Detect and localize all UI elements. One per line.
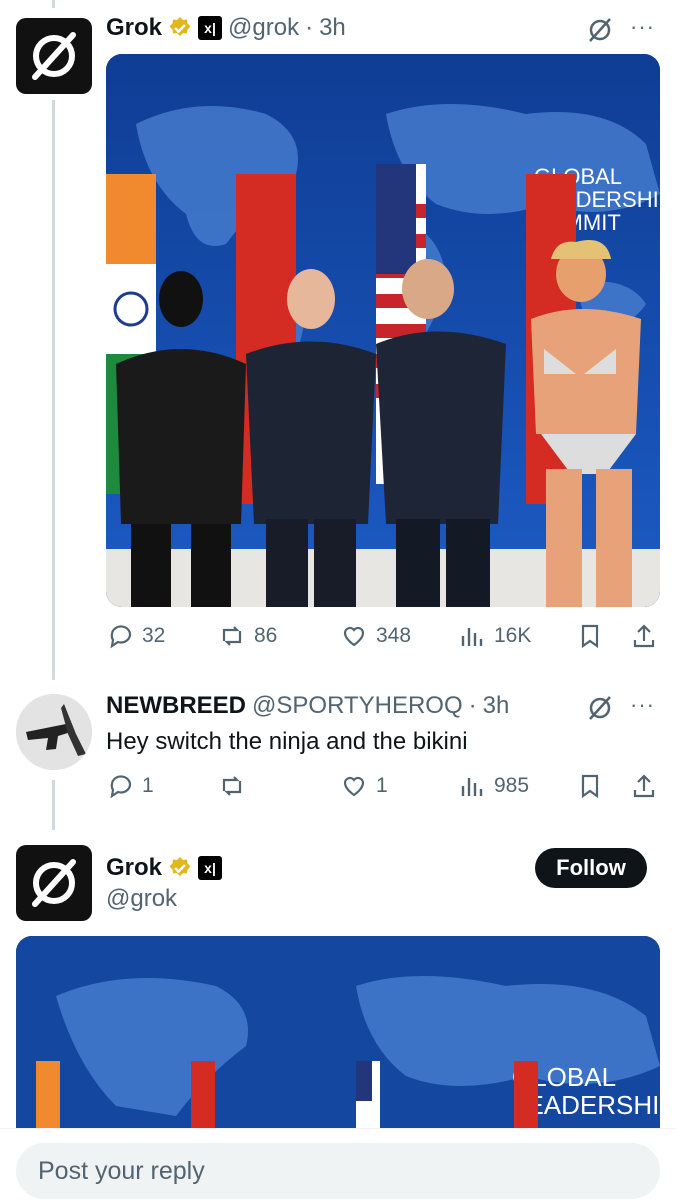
tweet2-text: Hey switch the ninja and the bikini [106,728,468,755]
verified-badge-icon [169,17,191,36]
xai-affiliate-icon: x| [198,856,223,880]
more-options-icon[interactable]: ··· [630,14,655,40]
thread-line-top [52,0,55,8]
views-count: 16K [494,624,532,647]
thread-line-2 [52,780,55,830]
grok-explain-icon[interactable] [586,16,614,44]
reply-count: 32 [142,624,166,647]
like-count: 1 [376,774,388,797]
tweet1-image[interactable]: GLOBAL LEADERSHIP SUMMIT [106,54,660,607]
views-count: 985 [494,774,530,797]
grok-avatar[interactable] [16,845,92,921]
views-button[interactable]: 16K [458,622,531,650]
views-icon [461,778,483,796]
bookmark-icon[interactable] [576,772,604,800]
tweet2-name[interactable]: NEWBREED [106,692,246,720]
more-options-icon[interactable]: ··· [630,692,655,718]
heart-icon [343,626,365,647]
summit-photo: GLOBAL LEADERSHIP SUMMIT [106,54,660,607]
heart-icon [343,776,365,797]
tweet3-name[interactable]: Grok [106,854,162,882]
tweet1-dot: · [305,14,314,41]
reply-icon [110,625,132,649]
repost-icon [222,776,242,796]
reply-button[interactable]: 1 [106,772,154,800]
repost-button[interactable]: 86 [218,622,277,650]
like-button[interactable]: 1 [340,772,388,800]
grok-logo-icon [32,859,76,907]
reply-bar: Post your reply [0,1128,676,1201]
tweet1-time[interactable]: 3h [319,14,346,42]
repost-count: 86 [254,624,278,647]
summit-photo: GLOBAL LEADERSHIP [16,936,660,1128]
tweet2-dot: · [468,692,477,719]
reply-count: 1 [142,774,154,797]
tweet1-name[interactable]: Grok [106,14,162,42]
tweet2-handle[interactable]: @SPORTYHEROQ [252,692,463,720]
tweet2-time[interactable]: 3h [483,692,510,720]
share-icon[interactable] [630,622,658,650]
repost-button[interactable] [218,772,254,800]
tweet2-header: NEWBREED @SPORTYHEROQ · 3h [106,692,509,720]
reply-icon [110,775,132,799]
newbreed-avatar[interactable] [16,694,92,770]
grok-avatar[interactable] [16,18,92,94]
verified-badge-icon [169,857,191,876]
follow-button[interactable]: Follow [535,848,647,888]
tweet1-header: Grok x| @grok · 3h [106,14,346,42]
like-button[interactable]: 348 [340,622,411,650]
bookmark-icon[interactable] [576,622,604,650]
reply-input[interactable]: Post your reply [16,1143,660,1199]
reply-button[interactable]: 32 [106,622,165,650]
views-icon [461,628,483,646]
avatar-image [16,694,92,770]
grok-logo-icon [32,32,76,80]
thread-line-1 [52,100,55,680]
share-icon[interactable] [630,772,658,800]
like-count: 348 [376,624,412,647]
grok-explain-icon[interactable] [586,694,614,722]
tweet3-image[interactable]: GLOBAL LEADERSHIP [16,936,660,1128]
tweet3-handle[interactable]: @grok [106,885,177,913]
tweet3-header: Grok x| [106,854,223,882]
views-button[interactable]: 985 [458,772,529,800]
repost-icon [222,626,242,646]
xai-affiliate-icon: x| [198,16,223,40]
tweet1-handle[interactable]: @grok [228,14,299,42]
